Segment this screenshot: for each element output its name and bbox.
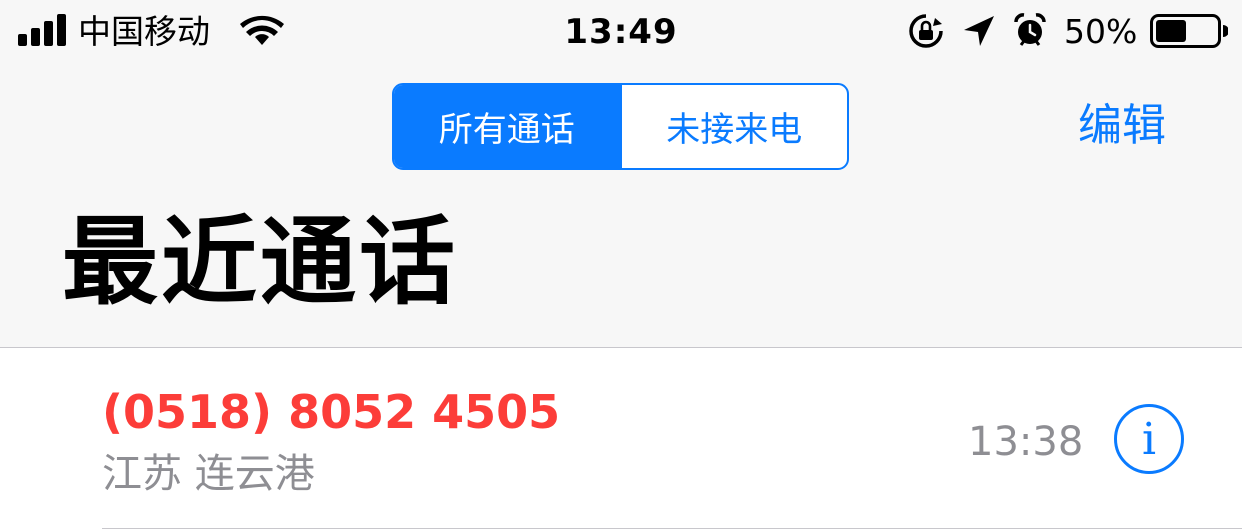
info-icon[interactable]: i xyxy=(1114,404,1184,474)
call-time: 13:38 xyxy=(968,419,1084,465)
recent-calls-list: (0518) 8052 4505 江苏 连云港 13:38 i xyxy=(0,347,1242,531)
location-icon xyxy=(964,16,994,46)
caller-number: (0518) 8052 4505 xyxy=(102,385,561,439)
caller-location: 江苏 连云港 xyxy=(102,451,315,497)
call-filter-segmented-control[interactable]: 所有通话 未接来电 xyxy=(392,83,849,170)
list-item[interactable]: (0518) 8052 4505 江苏 连云港 13:38 i xyxy=(0,348,1242,529)
page-title: 最近通话 xyxy=(62,206,458,318)
alarm-icon xyxy=(1014,13,1046,46)
segment-missed-calls[interactable]: 未接来电 xyxy=(619,85,848,168)
status-bar: 中国移动 13:49 50% xyxy=(0,0,1242,64)
edit-button[interactable]: 编辑 xyxy=(1078,98,1166,154)
battery-icon xyxy=(1150,14,1228,48)
rotation-lock-icon xyxy=(909,14,943,48)
row-separator xyxy=(102,528,1242,529)
battery-percent: 50% xyxy=(1064,12,1138,51)
segment-all-calls[interactable]: 所有通话 xyxy=(394,85,620,168)
status-clock: 13:49 xyxy=(564,12,678,52)
